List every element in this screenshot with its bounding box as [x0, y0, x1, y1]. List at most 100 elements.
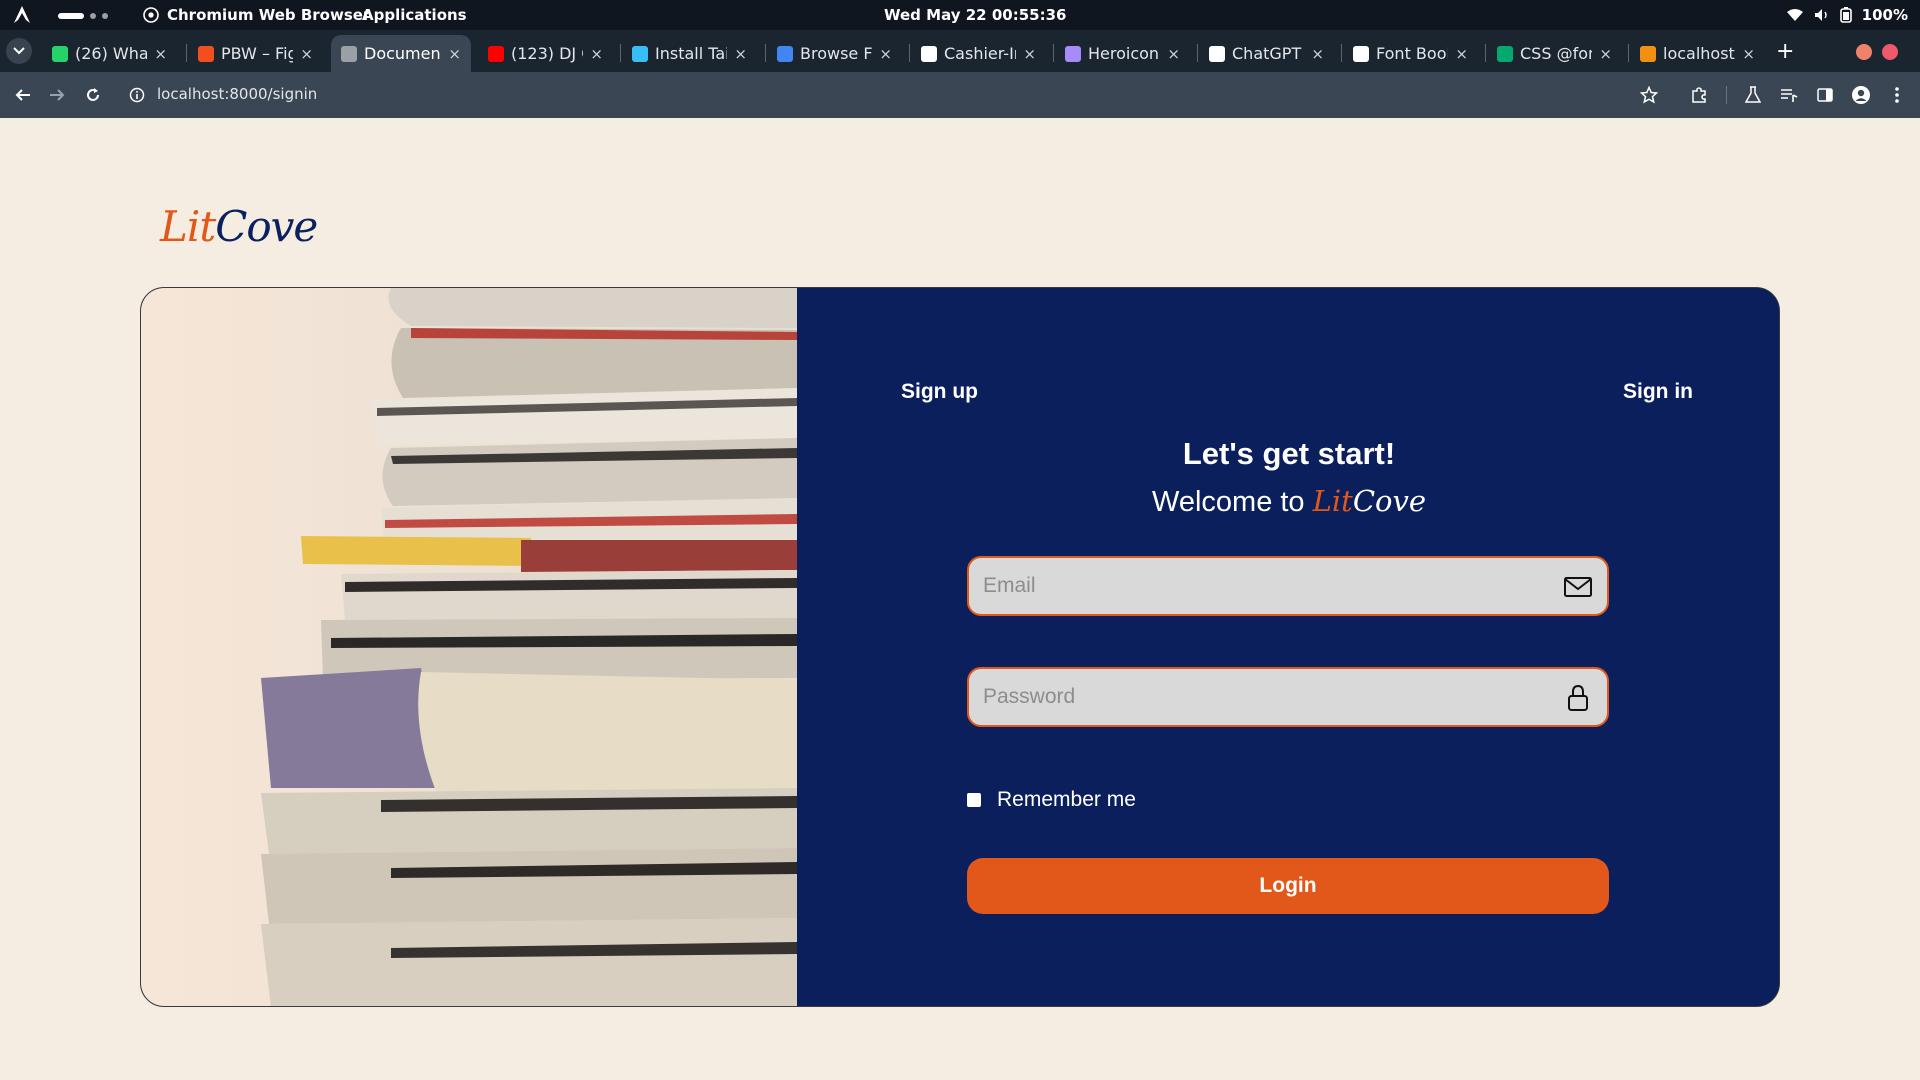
signin-card: Sign up Sign in Let's get start! Welcome…: [140, 287, 1780, 1007]
browser-tab[interactable]: CSS @font ×: [1487, 35, 1622, 72]
workspace-indicator[interactable]: [58, 13, 108, 19]
close-tab-icon[interactable]: ×: [590, 45, 603, 63]
browser-tab[interactable]: Font Book ×: [1343, 35, 1478, 72]
close-tab-icon[interactable]: ×: [448, 45, 461, 63]
remember-me[interactable]: Remember me: [967, 788, 1136, 812]
signin-link[interactable]: Sign in: [1623, 380, 1693, 404]
wifi-icon[interactable]: [1786, 8, 1804, 22]
page-content: LitCove Sign up Sign in Let's get start!…: [0, 118, 1920, 1080]
browser-tab[interactable]: localhost / ×: [1630, 35, 1765, 72]
toolbar-divider: [1726, 86, 1727, 104]
flask-icon: [1745, 86, 1761, 103]
browser-toolbar: localhost:8000/signin: [0, 72, 1920, 118]
active-app-label: Chromium Web Browser: [167, 6, 371, 24]
reload-button[interactable]: [82, 84, 104, 106]
book-spines: [261, 288, 797, 1006]
workspace-active[interactable]: [58, 13, 84, 19]
site-logo[interactable]: LitCove: [160, 202, 318, 251]
bookmark-button[interactable]: [1638, 84, 1660, 106]
signup-link[interactable]: Sign up: [901, 380, 978, 404]
site-info-button[interactable]: [126, 84, 148, 106]
address-bar[interactable]: localhost:8000/signin: [157, 85, 317, 103]
battery-percentage: 100%: [1861, 6, 1908, 24]
chromium-icon: [143, 7, 159, 23]
browser-tab-title: Font Book: [1376, 44, 1449, 63]
tab-separator: [1628, 44, 1629, 62]
browser-tab[interactable]: ChatGPT ×: [1199, 35, 1334, 72]
lock-icon: [1568, 684, 1588, 711]
browser-tab[interactable]: Browse Fonts ×: [767, 35, 902, 72]
extensions-button[interactable]: [1688, 84, 1710, 106]
window-minimize-button[interactable]: [1856, 44, 1872, 60]
media-controls-button[interactable]: [1778, 84, 1800, 106]
close-tab-icon[interactable]: ×: [1455, 45, 1468, 63]
login-button[interactable]: Login: [967, 858, 1609, 914]
browser-tab-title: CSS @font: [1520, 44, 1592, 63]
figma-icon: [198, 45, 214, 62]
system-tray[interactable]: 100%: [1786, 6, 1908, 24]
browser-tab[interactable]: PBW – Figma ×: [188, 35, 323, 72]
browser-tab-title: Install Tailwind: [655, 44, 728, 63]
mail-icon: [1564, 577, 1592, 597]
side-panel-button[interactable]: [1814, 84, 1836, 106]
close-tab-icon[interactable]: ×: [1599, 45, 1612, 63]
remember-me-label: Remember me: [997, 788, 1136, 811]
close-tab-icon[interactable]: ×: [1167, 45, 1180, 63]
forward-arrow-icon: [50, 89, 65, 101]
workspace-dot[interactable]: [102, 13, 108, 19]
tab-separator: [1341, 44, 1342, 62]
email-input[interactable]: [983, 558, 1543, 614]
browser-tab-title: Heroicons: [1088, 44, 1161, 63]
tab-search-button[interactable]: [6, 38, 32, 64]
browser-tab-title: localhost /: [1663, 44, 1735, 63]
volume-icon[interactable]: [1814, 8, 1830, 22]
browser-tab[interactable]: Heroicons ×: [1055, 35, 1190, 72]
applications-menu[interactable]: Applications: [362, 6, 467, 24]
info-icon: [129, 87, 145, 103]
browser-tab[interactable]: Document ×: [331, 35, 471, 72]
browser-tab[interactable]: (26) WhatsApp ×: [42, 35, 177, 72]
close-tab-icon[interactable]: ×: [879, 45, 892, 63]
close-tab-icon[interactable]: ×: [1023, 45, 1036, 63]
clock[interactable]: Wed May 22 00:55:36: [884, 6, 1066, 24]
tab-separator: [1197, 44, 1198, 62]
close-tab-icon[interactable]: ×: [154, 45, 167, 63]
active-app[interactable]: Chromium Web Browser: [143, 6, 370, 24]
browser-tab-title: Browse Fonts: [800, 44, 872, 63]
email-field[interactable]: [967, 556, 1609, 616]
tab-separator: [1485, 44, 1486, 62]
tab-separator: [765, 44, 766, 62]
browser-tab[interactable]: Install Tailwind ×: [622, 35, 757, 72]
browser-tab[interactable]: (123) DJ C ×: [478, 35, 613, 72]
back-button[interactable]: [12, 84, 34, 106]
profile-button[interactable]: [1850, 84, 1872, 106]
globe-icon: [341, 45, 357, 62]
battery-icon[interactable]: [1839, 7, 1852, 23]
chevron-down-icon: [13, 47, 25, 55]
close-tab-icon[interactable]: ×: [300, 45, 313, 63]
whatsapp-icon: [52, 45, 68, 62]
browser-tab[interactable]: Cashier-In ×: [911, 35, 1046, 72]
browser-tab-title: Cashier-In: [944, 44, 1017, 63]
browser-tab-title: ChatGPT: [1232, 44, 1302, 63]
w3schools-icon: [1497, 45, 1513, 62]
browser-menu-button[interactable]: [1886, 84, 1908, 106]
new-tab-button[interactable]: +: [1776, 39, 1794, 64]
password-input[interactable]: [983, 669, 1543, 725]
puzzle-icon: [1692, 87, 1706, 103]
close-tab-icon[interactable]: ×: [1742, 45, 1755, 63]
remember-me-checkbox[interactable]: [967, 793, 981, 807]
back-arrow-icon: [15, 89, 30, 101]
password-field[interactable]: [967, 667, 1609, 727]
workspace-dot[interactable]: [90, 13, 96, 19]
arch-logo-icon[interactable]: [12, 5, 32, 25]
browser-tab-title: Document: [364, 44, 442, 63]
labs-button[interactable]: [1742, 84, 1764, 106]
window-close-button[interactable]: [1882, 44, 1898, 60]
close-tab-icon[interactable]: ×: [1311, 45, 1324, 63]
forward-button[interactable]: [46, 84, 68, 106]
fontbook-icon: [1353, 45, 1369, 62]
welcome-logo-cove: Cove: [1352, 484, 1427, 518]
tab-separator: [909, 44, 910, 62]
close-tab-icon[interactable]: ×: [734, 45, 747, 63]
